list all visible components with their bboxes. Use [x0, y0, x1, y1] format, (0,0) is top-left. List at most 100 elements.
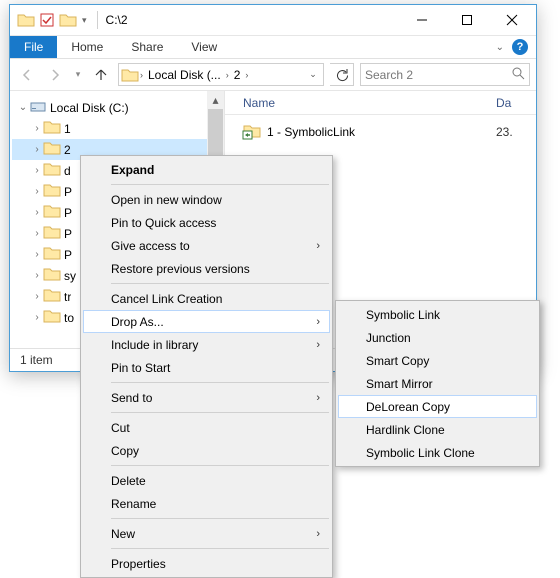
close-button[interactable] — [489, 6, 534, 34]
menu-item[interactable]: Send to› — [83, 386, 330, 409]
up-button[interactable] — [90, 64, 112, 86]
menu-item-label: Copy — [111, 444, 139, 458]
folder-icon — [60, 13, 76, 27]
tab-home[interactable]: Home — [57, 36, 117, 58]
forward-button[interactable] — [44, 64, 66, 86]
submenu-item[interactable]: DeLorean Copy — [338, 395, 537, 418]
submenu-arrow-icon: › — [316, 528, 320, 540]
menu-item[interactable]: Pin to Quick access — [83, 211, 330, 234]
scroll-up-icon[interactable]: ▴ — [207, 91, 224, 108]
menu-item-label: Properties — [111, 557, 166, 571]
minimize-button[interactable] — [399, 6, 444, 34]
maximize-button[interactable] — [444, 6, 489, 34]
tab-view[interactable]: View — [177, 36, 231, 58]
search-icon — [512, 67, 525, 83]
qat-dropdown-icon[interactable]: ▾ — [82, 15, 87, 26]
menu-item-label: New — [111, 527, 135, 541]
folder-icon — [44, 267, 60, 284]
tree-item-label: P — [64, 227, 72, 241]
file-row[interactable]: 1 - SymbolicLink 23. — [225, 121, 536, 143]
menu-item[interactable]: New › — [83, 522, 330, 545]
menu-item-label: Cut — [111, 421, 130, 435]
file-tab[interactable]: File — [10, 36, 57, 58]
menu-item[interactable]: Give access to› — [83, 234, 330, 257]
menu-item[interactable]: Expand — [83, 158, 330, 181]
menu-item[interactable]: Pin to Start — [83, 356, 330, 379]
tree-item-label: sy — [64, 269, 76, 283]
tab-share[interactable]: Share — [117, 36, 177, 58]
menu-item[interactable]: Properties — [83, 552, 330, 575]
help-button[interactable]: ? — [512, 39, 528, 55]
submenu-item-label: Symbolic Link — [366, 308, 440, 322]
col-date[interactable]: Da — [496, 96, 536, 110]
back-button[interactable] — [16, 64, 38, 86]
folder-icon — [44, 246, 60, 263]
col-name[interactable]: Name — [243, 96, 496, 110]
search-input[interactable]: Search 2 — [360, 63, 530, 86]
expand-icon[interactable]: › — [30, 165, 44, 176]
submenu-item-label: Symbolic Link Clone — [366, 446, 475, 460]
tree-item-label: P — [64, 248, 72, 262]
menu-item-label: Restore previous versions — [111, 262, 250, 276]
chevron-right-icon[interactable]: › — [244, 70, 249, 80]
menu-item[interactable]: Delete — [83, 469, 330, 492]
submenu-item[interactable]: Hardlink Clone — [338, 418, 537, 441]
expand-icon[interactable]: › — [30, 270, 44, 281]
submenu-item[interactable]: Smart Mirror — [338, 372, 537, 395]
menu-item-label: Delete — [111, 474, 146, 488]
context-submenu-drop-as: Symbolic Link JunctionSmart CopySmart Mir… — [335, 300, 540, 467]
menu-item-label: Send to — [111, 391, 152, 405]
menu-item-label: Include in library — [111, 338, 198, 352]
expand-icon[interactable]: › — [30, 228, 44, 239]
tree-item[interactable]: › 1 — [12, 118, 207, 139]
expand-icon[interactable]: › — [30, 249, 44, 260]
submenu-item-label: DeLorean Copy — [366, 400, 450, 414]
expand-icon[interactable]: › — [30, 186, 44, 197]
folder-icon — [121, 68, 139, 82]
submenu-arrow-icon: › — [316, 339, 320, 351]
menu-item[interactable]: Copy — [83, 439, 330, 462]
submenu-item[interactable]: Smart Copy — [338, 349, 537, 372]
menu-separator — [111, 412, 329, 413]
breadcrumb[interactable]: › Local Disk (... › 2 › ⌄ — [118, 63, 324, 86]
submenu-item[interactable]: Symbolic Link Clone — [338, 441, 537, 464]
quick-access-toolbar: ▾ — [12, 11, 102, 29]
expand-icon[interactable]: › — [30, 144, 44, 155]
submenu-item-label: Hardlink Clone — [366, 423, 445, 437]
properties-icon[interactable] — [40, 13, 54, 27]
crumb-folder-2[interactable]: 2 — [230, 68, 245, 82]
history-dropdown[interactable]: ▾ — [72, 64, 84, 86]
submenu-item[interactable]: Symbolic Link — [338, 303, 537, 326]
column-headers[interactable]: Name Da — [225, 91, 536, 115]
window-title: C:\2 — [106, 13, 128, 27]
expand-icon[interactable]: › — [30, 312, 44, 323]
expand-ribbon-icon[interactable]: ⌄ — [496, 42, 504, 53]
menu-item[interactable]: Include in library › — [83, 333, 330, 356]
titlebar[interactable]: ▾ C:\2 — [10, 5, 536, 35]
submenu-arrow-icon: › — [316, 316, 320, 328]
folder-icon — [44, 225, 60, 242]
tree-root[interactable]: ⌄ Local Disk (C:) — [12, 97, 207, 118]
expand-icon[interactable]: › — [30, 291, 44, 302]
expand-icon[interactable]: › — [30, 123, 44, 134]
menu-item[interactable]: Restore previous versions — [83, 257, 330, 280]
menu-item[interactable]: Drop As...› — [83, 310, 330, 333]
address-dropdown-icon[interactable]: ⌄ — [305, 69, 321, 80]
menu-item[interactable]: Cancel Link Creation — [83, 287, 330, 310]
submenu-item[interactable]: Junction — [338, 326, 537, 349]
context-menu: Expand Open in new window Pin to Quick acc… — [80, 155, 333, 578]
expand-icon[interactable]: › — [30, 207, 44, 218]
folder-icon — [44, 120, 60, 137]
collapse-icon[interactable]: ⌄ — [16, 102, 30, 113]
menu-item[interactable]: Rename — [83, 492, 330, 515]
menu-item[interactable]: Open in new window — [83, 188, 330, 211]
menu-item[interactable]: Cut — [83, 416, 330, 439]
menu-item-label: Pin to Quick access — [111, 216, 216, 230]
folder-icon — [44, 204, 60, 221]
refresh-button[interactable] — [330, 63, 354, 86]
tree-root-label: Local Disk (C:) — [50, 101, 129, 115]
crumb-local-disk[interactable]: Local Disk (... — [144, 68, 225, 82]
tree-item-label: 1 — [64, 122, 71, 136]
search-placeholder: Search 2 — [365, 68, 413, 82]
symlink-folder-icon — [243, 123, 261, 142]
